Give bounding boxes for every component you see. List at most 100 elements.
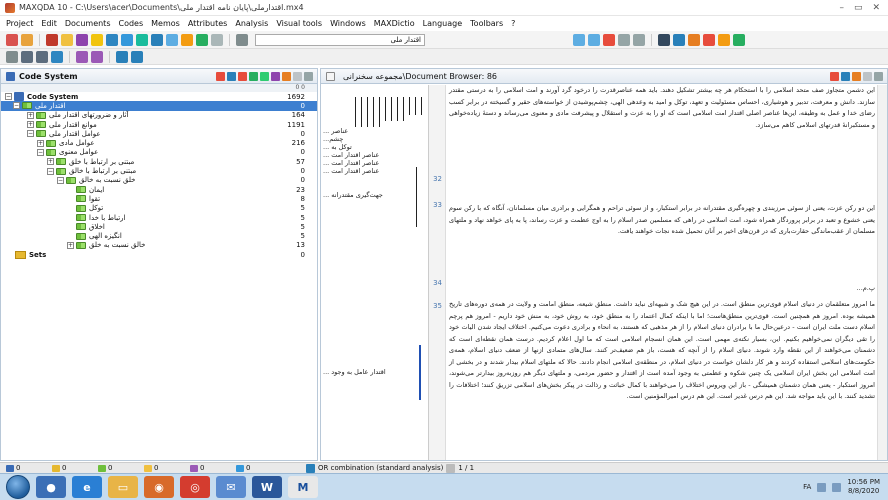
menu-documents[interactable]: Documents [65, 19, 111, 28]
variables-icon[interactable] [211, 33, 223, 46]
menu-windows[interactable]: Windows [330, 19, 366, 28]
strike-icon[interactable] [633, 33, 645, 46]
tree-item[interactable]: − عوامل اقتدار ملی 0 [1, 129, 317, 138]
tree-item[interactable]: + آثار و ضرورتهای اقتدار ملی 164 [1, 111, 317, 120]
coding-stripe[interactable] [419, 345, 421, 400]
ie-taskbar-icon[interactable]: e [72, 476, 102, 498]
favorite-icon[interactable] [260, 71, 269, 81]
chrome-taskbar-icon[interactable]: ◎ [180, 476, 210, 498]
tree-item[interactable]: ایمان 23 [1, 185, 317, 194]
expand-icon[interactable]: + [37, 139, 44, 147]
grid-icon[interactable] [6, 50, 18, 63]
coding-stripe-label[interactable]: عناصر اقتدار امت ... [323, 151, 379, 159]
coding-stripe-label[interactable]: عناصر اقتدار امت ... [323, 167, 379, 175]
close-button[interactable]: ✕ [872, 3, 880, 13]
clock[interactable]: 10:56 PM 8/8/2020 [847, 478, 880, 496]
network-icon[interactable] [817, 482, 827, 492]
tree-root[interactable]: − Code System 1692 [1, 92, 317, 102]
menu-attributes[interactable]: Attributes [188, 19, 228, 28]
coding-stripe-label[interactable]: عناصر ... [323, 127, 348, 135]
menu-memos[interactable]: Memos [151, 19, 180, 28]
tree-item[interactable]: + خالق نسبت به خلق 13 [1, 241, 317, 250]
code-matrix-icon[interactable] [121, 33, 133, 46]
paragraph-heading[interactable]: پ.م... [449, 283, 875, 295]
collapse-icon[interactable]: − [37, 148, 44, 156]
firefox-taskbar-icon[interactable]: ◉ [144, 476, 174, 498]
coding-stripe-label[interactable]: چشم... [323, 135, 343, 143]
cut-icon[interactable] [46, 33, 58, 46]
code-frequency-icon[interactable] [673, 33, 685, 46]
menu-help[interactable]: ? [511, 19, 515, 28]
coding-stripe[interactable] [361, 97, 362, 127]
tree-item[interactable]: + موانع اقتدار ملی 1191 [1, 120, 317, 129]
tree-item[interactable]: − عوامل معنوی 0 [1, 148, 317, 157]
expand-icon[interactable]: + [67, 241, 74, 249]
language-indicator[interactable]: FA [803, 483, 811, 491]
collapse-icon[interactable]: − [47, 167, 54, 175]
new-code-icon[interactable] [216, 71, 225, 81]
layout-icon[interactable] [116, 50, 128, 63]
find-icon[interactable] [76, 50, 88, 63]
volume-icon[interactable] [832, 482, 842, 492]
coding-stripe[interactable] [403, 97, 404, 121]
highlight-icon[interactable] [603, 33, 615, 46]
coding-stripe[interactable] [409, 97, 410, 115]
explorer-taskbar-icon[interactable]: ● [36, 476, 66, 498]
nav-first-icon[interactable] [558, 34, 570, 46]
tree-item[interactable]: − خلق نسبت به خالق 0 [1, 176, 317, 185]
menu-analysis[interactable]: Analysis [235, 19, 268, 28]
weight-icon[interactable] [718, 33, 730, 46]
emoticode-icon[interactable] [733, 33, 745, 46]
paragraph[interactable]: این دو رکن عزت، یعنی از سوئی مرزبندی و چ… [449, 203, 875, 238]
collapse-icon[interactable]: − [13, 102, 20, 110]
underline-icon[interactable] [618, 33, 630, 46]
sigma-icon[interactable] [658, 33, 670, 46]
maxqda-taskbar-icon[interactable]: M [288, 476, 318, 498]
nav-prev-icon[interactable] [573, 33, 585, 46]
paragraph[interactable]: این دشمن متجاوز صف متحد اسلامی را با است… [449, 85, 875, 131]
export-icon[interactable] [282, 71, 291, 81]
coding-stripe[interactable] [391, 97, 392, 121]
coding-stripe[interactable] [416, 167, 417, 227]
coding-stripe[interactable] [373, 97, 374, 127]
delete-code-icon[interactable] [703, 33, 715, 46]
menu-visual-tools[interactable]: Visual tools [276, 19, 322, 28]
tree-item-sets[interactable]: Sets 0 [1, 250, 317, 259]
print-icon[interactable] [841, 71, 850, 81]
menu-codes[interactable]: Codes [119, 19, 144, 28]
color-icon[interactable] [238, 71, 247, 81]
panel-close-icon[interactable] [874, 71, 883, 81]
folder-taskbar-icon[interactable]: ▭ [108, 476, 138, 498]
coding-stripe[interactable] [367, 97, 368, 127]
menu-edit[interactable]: Edit [41, 19, 57, 28]
tree-item[interactable]: اخلاق 5 [1, 222, 317, 231]
tree-item[interactable]: توکل 5 [1, 204, 317, 213]
tree-item[interactable]: + عوامل مادی 216 [1, 138, 317, 147]
save-project-icon[interactable] [21, 33, 33, 46]
menu-project[interactable]: Project [6, 19, 33, 28]
pin-icon[interactable] [293, 71, 302, 81]
expand-icon[interactable]: + [27, 111, 34, 119]
edit-mode-icon[interactable] [830, 71, 839, 81]
maximize-button[interactable]: ▭ [854, 3, 863, 13]
nav-next-icon[interactable] [588, 33, 600, 46]
sort-up-icon[interactable] [21, 50, 33, 63]
coding-stripe-label[interactable]: اقتدار عامل به وجود ... [323, 368, 386, 376]
document-select[interactable]: اقتدار ملی [255, 33, 425, 46]
table-icon[interactable] [166, 33, 178, 46]
document-text[interactable]: این دشمن متجاوز صف متحد اسلامی را با است… [447, 85, 877, 460]
open-project-icon[interactable] [6, 33, 18, 46]
document-list-icon[interactable] [236, 33, 248, 46]
expand-icon[interactable]: + [47, 158, 54, 166]
filter-icon[interactable] [249, 71, 258, 81]
code-memo-icon[interactable] [271, 71, 280, 81]
coding-stripe[interactable] [397, 97, 398, 121]
activate-icon[interactable] [227, 71, 236, 81]
split-view-icon[interactable] [131, 50, 143, 63]
tree-item[interactable]: تقوا 8 [1, 194, 317, 203]
panel-close-icon[interactable] [304, 71, 313, 81]
tree-item[interactable]: − مبتنی بر ارتباط با خالق 0 [1, 166, 317, 175]
export-doc-icon[interactable] [852, 71, 861, 81]
search-icon[interactable] [151, 33, 163, 46]
paragraph[interactable]: ما امروز متعلقمان در دنیای اسلام قوی‌تری… [449, 299, 875, 403]
